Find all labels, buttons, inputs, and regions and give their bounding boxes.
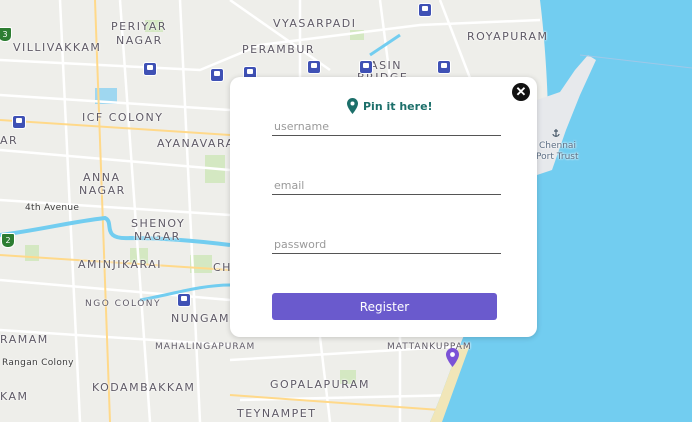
map-label-port-trust: Port Trust [536,152,579,162]
map-label-villivakkam: VILLIVAKKAM [13,41,102,54]
map-label-ayanavaram: AYANAVARA [157,137,235,150]
map-label-royapuram: ROYAPURAM [467,30,549,43]
map-label-icf-colony: ICF COLONY [82,111,164,124]
map-label-shenoy: SHENOY [131,217,186,230]
rail-station-icon[interactable] [418,3,432,17]
map-label-periyar: PERIYAR [111,20,168,33]
map-label-perambur: PERAMBUR [242,43,316,56]
register-modal: ✕ Pin it here! Register [230,77,537,337]
map-label-4th-avenue: 4th Avenue [25,203,80,213]
rail-station-icon[interactable] [177,293,191,307]
map-label-anna-nagar: NAGAR [79,184,126,197]
map-label-vyasarpadi: VYASARPADI [273,17,357,30]
rail-station-icon[interactable] [359,60,373,74]
map-label-gopalapuram: GOPALAPURAM [270,378,370,391]
username-input[interactable] [272,117,501,136]
map-label-shenoy-nagar: NAGAR [134,230,181,243]
register-button[interactable]: Register [272,293,497,320]
map-label-ramam: RAMAM [0,333,49,346]
map-label-periyar-nagar: NAGAR [116,34,163,47]
map-label-aminjikarai: AMINJIKARAI [78,258,162,271]
map-label-nungambakkam: NUNGAMB [171,312,240,325]
map-label-kam: KAM [0,390,29,403]
modal-title: Pin it here! [363,99,433,113]
close-icon[interactable]: ✕ [512,83,530,101]
rail-station-icon[interactable] [12,115,26,129]
password-input[interactable] [272,235,501,254]
email-input[interactable] [272,176,501,195]
map-label-ngo-colony: NGO COLONY [85,299,162,309]
rail-station-icon[interactable] [143,62,157,76]
map-pin-marker-icon[interactable] [446,348,459,367]
map-pin-icon [347,98,358,114]
map-label-rangan-colony: Rangan Colony [2,358,74,368]
rail-station-icon[interactable] [210,68,224,82]
map-label-teynampet: TEYNAMPET [237,407,317,420]
map-label-mahalingapuram: MAHALINGAPURAM [155,342,256,352]
modal-title-row: Pin it here! [347,97,433,115]
route-shield-icon: 3 [0,27,12,42]
map-label-kodambakkam: KODAMBAKKAM [92,381,196,394]
map-label-anna: ANNA [83,171,121,184]
anchor-icon [552,129,560,137]
map-label-chennai: Chennai [539,141,576,151]
map-label-ar: AR [0,134,19,147]
route-shield-icon: 2 [1,233,15,248]
rail-station-icon[interactable] [437,60,451,74]
rail-station-icon[interactable] [307,60,321,74]
